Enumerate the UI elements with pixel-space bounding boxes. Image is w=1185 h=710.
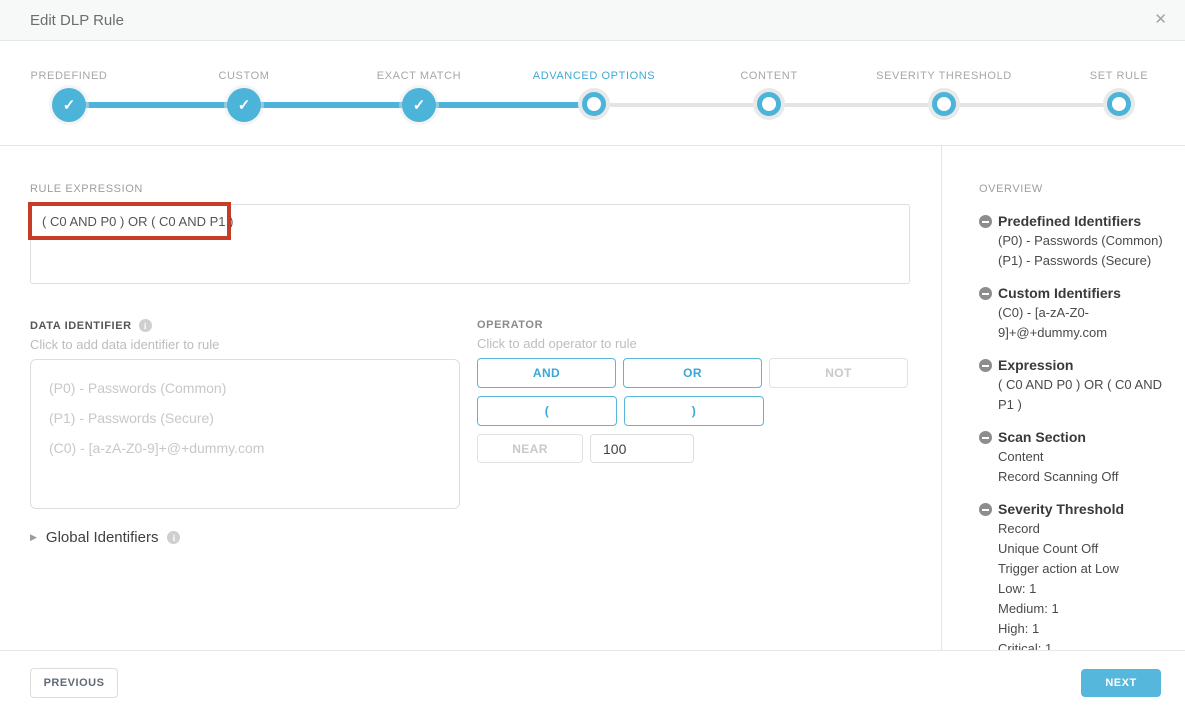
step-label: SET RULE (1090, 70, 1148, 82)
overview-section-expression: Expression ( C0 AND P0 ) OR ( C0 AND P1 … (979, 356, 1167, 415)
step-completed-circle: ✓ (402, 88, 436, 122)
step-completed-circle: ✓ (227, 88, 261, 122)
overview-line: (P1) - Passwords (Secure) (998, 251, 1167, 271)
step-upcoming-circle (932, 92, 956, 116)
wizard-stepper: PREDEFINED ✓ CUSTOM ✓ EXACT MATCH ✓ ADVA… (0, 41, 1185, 146)
overview-line: Low: 1 (998, 579, 1167, 599)
data-identifier-hint: Click to add data identifier to rule (30, 337, 460, 352)
step-predefined[interactable]: PREDEFINED ✓ (0, 70, 149, 122)
check-icon: ✓ (413, 98, 426, 113)
overview-line: Critical: 1 (998, 639, 1167, 650)
global-identifiers-toggle[interactable]: ▶ Global Identifiers i (30, 529, 460, 546)
overview-line: Medium: 1 (998, 599, 1167, 619)
annotation-highlight: ( C0 AND P0 ) OR ( C0 AND P1 ) (28, 202, 231, 240)
step-exact-match[interactable]: EXACT MATCH ✓ (339, 70, 499, 122)
overview-panel: OVERVIEW Predefined Identifiers (P0) - P… (941, 146, 1185, 650)
info-icon[interactable]: i (167, 531, 180, 544)
identifier-item-p0[interactable]: (P0) - Passwords (Common) (49, 373, 441, 403)
overview-section-custom: Custom Identifiers (C0) - [a-zA-Z0-9]+@+… (979, 284, 1167, 343)
step-advanced-options[interactable]: ADVANCED OPTIONS (514, 70, 674, 116)
step-set-rule[interactable]: SET RULE (1039, 70, 1185, 116)
rule-expression-box[interactable]: ( C0 AND P0 ) OR ( C0 AND P1 ) (30, 204, 910, 284)
overview-section-title: Scan Section (998, 428, 1167, 447)
near-button[interactable]: NEAR (477, 434, 583, 463)
collapse-icon[interactable] (979, 359, 992, 372)
overview-label: OVERVIEW (979, 183, 1167, 195)
chevron-right-icon: ▶ (30, 532, 37, 543)
advanced-options-panel: RULE EXPRESSION ( C0 AND P0 ) OR ( C0 AN… (0, 146, 941, 650)
info-icon[interactable]: i (139, 319, 152, 332)
overview-section-scan: Scan Section Content Record Scanning Off (979, 428, 1167, 487)
step-custom[interactable]: CUSTOM ✓ (164, 70, 324, 122)
collapse-icon[interactable] (979, 431, 992, 444)
step-label: PREDEFINED (31, 70, 108, 82)
step-label: EXACT MATCH (377, 70, 461, 82)
step-completed-circle: ✓ (52, 88, 86, 122)
operator-hint: Click to add operator to rule (477, 336, 908, 351)
operator-section: OPERATOR Click to add operator to rule A… (477, 319, 908, 546)
dialog-header: Edit DLP Rule ✕ (0, 0, 1185, 41)
step-upcoming-circle (757, 92, 781, 116)
identifier-item-c0[interactable]: (C0) - [a-zA-Z0-9]+@+dummy.com (49, 433, 441, 463)
not-button[interactable]: NOT (769, 358, 908, 388)
close-paren-button[interactable]: ) (624, 396, 764, 426)
overview-line: Trigger action at Low (998, 559, 1167, 579)
step-severity-threshold[interactable]: SEVERITY THRESHOLD (864, 70, 1024, 116)
overview-line: Unique Count Off (998, 539, 1167, 559)
overview-section-title: Expression (998, 356, 1167, 375)
operator-label: OPERATOR (477, 319, 908, 331)
identifier-item-p1[interactable]: (P1) - Passwords (Secure) (49, 403, 441, 433)
previous-button[interactable]: PREVIOUS (30, 668, 118, 698)
and-button[interactable]: AND (477, 358, 616, 388)
overview-section-title: Severity Threshold (998, 500, 1167, 519)
near-distance-input[interactable] (590, 434, 694, 463)
step-active-circle (582, 92, 606, 116)
step-label: CONTENT (740, 70, 797, 82)
overview-line: (P0) - Passwords (Common) (998, 231, 1167, 251)
step-content[interactable]: CONTENT (689, 70, 849, 116)
collapse-icon[interactable] (979, 215, 992, 228)
overview-section-title: Predefined Identifiers (998, 212, 1167, 231)
operator-buttons: AND OR NOT ( ) NEAR (477, 358, 908, 463)
overview-line: Record (998, 519, 1167, 539)
global-identifiers-label: Global Identifiers (46, 529, 159, 546)
close-icon[interactable]: ✕ (1154, 11, 1167, 29)
check-icon: ✓ (63, 98, 76, 113)
overview-line: Record Scanning Off (998, 467, 1167, 487)
open-paren-button[interactable]: ( (477, 396, 617, 426)
step-label: CUSTOM (218, 70, 269, 82)
check-icon: ✓ (238, 98, 251, 113)
overview-section-title: Custom Identifiers (998, 284, 1167, 303)
dialog-footer: PREVIOUS NEXT (0, 650, 1185, 710)
dialog-title: Edit DLP Rule (30, 0, 124, 41)
identifier-list: (P0) - Passwords (Common) (P1) - Passwor… (30, 359, 460, 509)
overview-line: High: 1 (998, 619, 1167, 639)
or-button[interactable]: OR (623, 358, 762, 388)
edit-dlp-rule-dialog: Edit DLP Rule ✕ PREDEFINED ✓ CUSTOM ✓ EX… (0, 0, 1185, 710)
rule-expression-value: ( C0 AND P0 ) OR ( C0 AND P1 ) (32, 214, 233, 229)
data-identifier-section: DATA IDENTIFIER i Click to add data iden… (30, 319, 460, 546)
overview-section-severity: Severity Threshold Record Unique Count O… (979, 500, 1167, 650)
overview-line: Content (998, 447, 1167, 467)
step-upcoming-circle (1107, 92, 1131, 116)
collapse-icon[interactable] (979, 503, 992, 516)
data-identifier-label: DATA IDENTIFIER (30, 320, 132, 332)
overview-line: (C0) - [a-zA-Z0-9]+@+dummy.com (998, 303, 1167, 343)
next-button[interactable]: NEXT (1081, 669, 1161, 697)
rule-expression-label: RULE EXPRESSION (30, 183, 941, 195)
collapse-icon[interactable] (979, 287, 992, 300)
overview-section-predefined: Predefined Identifiers (P0) - Passwords … (979, 212, 1167, 271)
step-label: ADVANCED OPTIONS (533, 70, 655, 82)
step-label: SEVERITY THRESHOLD (876, 70, 1012, 82)
overview-line: ( C0 AND P0 ) OR ( C0 AND P1 ) (998, 375, 1167, 415)
